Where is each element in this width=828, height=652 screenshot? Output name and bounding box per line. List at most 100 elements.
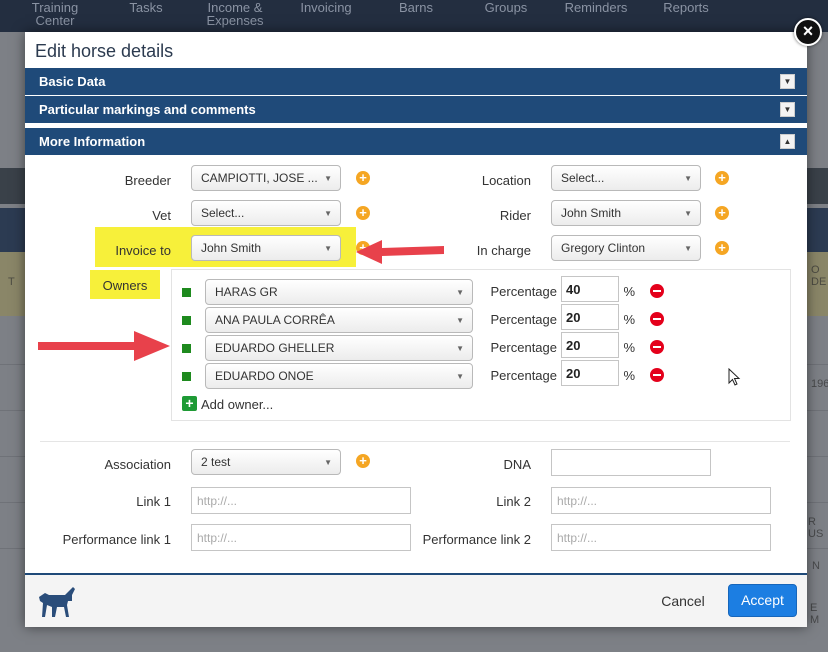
add-owner-link[interactable]: Add owner... <box>201 397 273 412</box>
background-cell-text: N <box>812 560 820 572</box>
performance-link1-input[interactable]: http://... <box>191 524 411 551</box>
owner-select[interactable]: ANA PAULA CORRÊA ▼ <box>205 307 473 333</box>
chevron-down-icon: ▼ <box>456 316 464 325</box>
nav-tasks[interactable]: Tasks <box>126 1 166 14</box>
add-location-icon[interactable]: + <box>715 171 729 185</box>
link1-label: Link 1 <box>136 494 171 509</box>
owner-color-marker <box>182 344 191 353</box>
owner-name: EDUARDO GHELLER <box>215 341 335 355</box>
red-arrow-owners <box>38 331 170 361</box>
percent-sign: % <box>623 284 635 299</box>
performance-link2-input[interactable]: http://... <box>551 524 771 551</box>
owner-color-marker <box>182 316 191 325</box>
remove-owner-icon[interactable] <box>650 340 664 354</box>
chevron-down-icon: ▼ <box>684 209 692 218</box>
horse-icon <box>39 587 75 617</box>
chevron-down-icon[interactable]: ▼ <box>780 102 795 117</box>
chevron-down-icon: ▼ <box>324 174 332 183</box>
owner-select[interactable]: EDUARDO ONOE ▼ <box>205 363 473 389</box>
percentage-input[interactable]: 40 <box>561 276 619 302</box>
vet-value: Select... <box>201 206 245 220</box>
chevron-down-icon: ▼ <box>456 372 464 381</box>
background-cell-text: T <box>8 276 15 288</box>
mouse-cursor-icon <box>728 368 741 386</box>
chevron-down-icon: ▼ <box>684 244 692 253</box>
vet-select[interactable]: Select... ▼ <box>191 200 341 226</box>
chevron-up-icon[interactable]: ▲ <box>780 134 795 149</box>
nav-reminders[interactable]: Reminders <box>561 1 631 14</box>
background-cell-text: E M <box>810 602 820 626</box>
percent-sign: % <box>623 368 635 383</box>
background-column-header-text: O DE <box>811 264 827 288</box>
performance-link2-label: Performance link 2 <box>422 532 531 547</box>
location-label: Location <box>481 173 531 188</box>
owner-select[interactable]: EDUARDO GHELLER ▼ <box>205 335 473 361</box>
remove-owner-icon[interactable] <box>650 312 664 326</box>
section-basic-data[interactable]: Basic Data ▼ <box>25 68 807 95</box>
invoice-to-select[interactable]: John Smith ▼ <box>191 235 341 261</box>
add-rider-icon[interactable]: + <box>715 206 729 220</box>
percentage-label: Percentage <box>490 284 558 299</box>
cancel-button[interactable]: Cancel <box>648 585 718 617</box>
section-particular-markings[interactable]: Particular markings and comments ▼ <box>25 96 807 123</box>
add-association-icon[interactable]: + <box>356 454 370 468</box>
invoice-to-value: John Smith <box>201 241 262 255</box>
dialog-title: Edit horse details <box>35 41 174 61</box>
percentage-input[interactable]: 20 <box>561 304 619 330</box>
nav-groups[interactable]: Groups <box>481 1 531 14</box>
chevron-down-icon[interactable]: ▼ <box>780 74 795 89</box>
location-select[interactable]: Select... ▼ <box>551 165 701 191</box>
breeder-label: Breeder <box>124 173 171 188</box>
section-divider <box>40 441 790 442</box>
percent-sign: % <box>623 312 635 327</box>
association-value: 2 test <box>201 455 231 469</box>
breeder-select[interactable]: CAMPIOTTI, JOSE ... ▼ <box>191 165 341 191</box>
link2-label: Link 2 <box>496 494 531 509</box>
accept-button[interactable]: Accept <box>728 584 797 617</box>
nav-training-center[interactable]: Training Center <box>27 1 83 27</box>
rider-label: Rider <box>499 208 531 223</box>
percentage-label: Percentage <box>490 340 558 355</box>
percent-sign: % <box>623 340 635 355</box>
section-more-info-label: More Information <box>39 134 146 149</box>
link2-input[interactable]: http://... <box>551 487 771 514</box>
remove-owner-icon[interactable] <box>650 284 664 298</box>
percentage-label: Percentage <box>490 312 558 327</box>
nav-barns[interactable]: Barns <box>396 1 436 14</box>
section-basic-data-label: Basic Data <box>39 74 106 89</box>
in-charge-select[interactable]: Gregory Clinton ▼ <box>551 235 701 261</box>
invoice-to-label: Invoice to <box>115 243 171 258</box>
add-breeder-icon[interactable]: + <box>356 171 370 185</box>
location-value: Select... <box>561 171 605 185</box>
section-markings-label: Particular markings and comments <box>39 102 256 117</box>
owner-name: HARAS GR <box>215 285 278 299</box>
dna-field[interactable] <box>551 449 711 476</box>
add-owner-icon[interactable]: + <box>182 396 197 411</box>
percentage-input[interactable]: 20 <box>561 360 619 386</box>
percentage-input[interactable]: 20 <box>561 332 619 358</box>
rider-value: John Smith <box>561 206 622 220</box>
add-vet-icon[interactable]: + <box>356 206 370 220</box>
remove-owner-icon[interactable] <box>650 368 664 382</box>
owner-color-marker <box>182 372 191 381</box>
in-charge-label: In charge <box>476 243 531 258</box>
vet-label: Vet <box>152 208 171 223</box>
performance-link1-label: Performance link 1 <box>62 532 171 547</box>
chevron-down-icon: ▼ <box>456 344 464 353</box>
owner-select[interactable]: HARAS GR ▼ <box>205 279 473 305</box>
chevron-down-icon: ▼ <box>324 209 332 218</box>
link1-input[interactable]: http://... <box>191 487 411 514</box>
section-more-information[interactable]: More Information ▲ <box>25 128 807 155</box>
close-icon[interactable]: × <box>794 18 822 46</box>
nav-invoicing[interactable]: Invoicing <box>296 1 356 14</box>
owner-color-marker <box>182 288 191 297</box>
chevron-down-icon: ▼ <box>456 288 464 297</box>
add-in-charge-icon[interactable]: + <box>715 241 729 255</box>
nav-reports[interactable]: Reports <box>661 1 711 14</box>
dialog-footer: Cancel Accept <box>25 573 807 627</box>
association-select[interactable]: 2 test ▼ <box>191 449 341 475</box>
rider-select[interactable]: John Smith ▼ <box>551 200 701 226</box>
owner-name: ANA PAULA CORRÊA <box>215 313 335 327</box>
background-cell-text: 196 <box>811 378 828 390</box>
nav-income-expenses[interactable]: Income & Expenses <box>201 1 269 27</box>
